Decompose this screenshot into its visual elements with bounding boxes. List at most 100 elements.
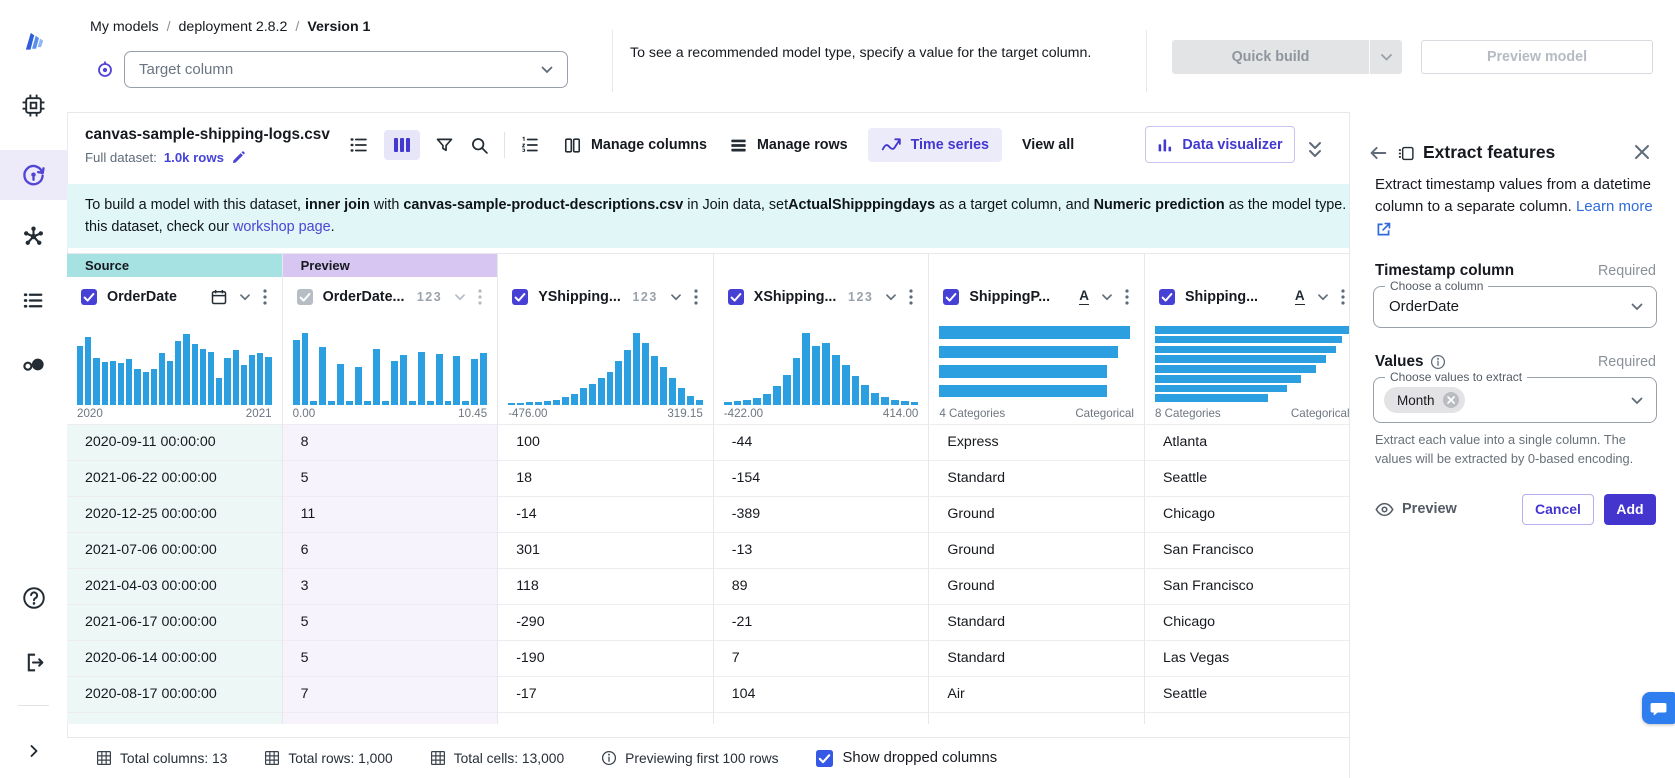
sidebar-item-list[interactable] (0, 275, 67, 325)
column-menu-button[interactable] (478, 289, 482, 305)
sidebar-item-logout[interactable] (0, 637, 67, 687)
ordered-list-button[interactable] (519, 134, 541, 156)
column-menu-button[interactable] (1341, 289, 1345, 305)
banner-text: ActualShipppingdays (788, 197, 935, 213)
rows-count-link[interactable]: 1.0k rows (164, 150, 224, 165)
timestamp-column-select[interactable]: Choose a column OrderDate (1373, 286, 1657, 328)
grid-view-button[interactable] (384, 130, 420, 160)
manage-columns-button[interactable]: Manage columns (563, 136, 707, 155)
external-link-icon[interactable] (1375, 221, 1655, 238)
view-all-button[interactable]: View all (1022, 137, 1074, 153)
sidebar-divider (18, 705, 49, 706)
workshop-page-link[interactable]: workshop page (233, 219, 331, 235)
timestamp-column-label: Timestamp column (1375, 262, 1514, 280)
histogram-bar (102, 362, 108, 405)
column-ShippingP: ShippingP... A 4 Categories Categorical … (929, 254, 1145, 724)
sidebar-item-datasets[interactable] (0, 80, 67, 130)
column-type-caret[interactable] (1318, 294, 1328, 301)
sidebar-item-help[interactable] (0, 573, 67, 623)
table-cell: 2020-08-17 00:00:00 (67, 676, 282, 712)
canvas-logo-icon[interactable] (0, 16, 67, 66)
pencil-icon[interactable] (231, 150, 246, 165)
column-checkbox[interactable] (1159, 289, 1175, 305)
target-column-select[interactable]: Target column (124, 51, 568, 88)
column-header: ShippingP... A (929, 277, 1144, 317)
table-cell: 11 (283, 496, 498, 532)
column-menu-button[interactable] (694, 289, 698, 305)
show-dropped-columns-checkbox[interactable]: Show dropped columns (816, 750, 998, 767)
dataset-table: Source OrderDate 2020 2021 2020-09-11 00… (67, 253, 1349, 724)
table-cell: -17 (498, 676, 713, 712)
column-type-caret[interactable] (671, 294, 681, 301)
histogram-bar (233, 350, 239, 405)
histogram-bar (633, 333, 640, 405)
toolbar-divider (504, 132, 505, 158)
circles-icon (20, 351, 47, 378)
table-cell: 2021-07-06 00:00:00 (67, 532, 282, 568)
column-menu-button[interactable] (263, 289, 267, 305)
column-checkbox[interactable] (943, 289, 959, 305)
collapse-toolbar-button[interactable] (1305, 139, 1325, 161)
sidebar-item-automations[interactable] (0, 211, 67, 261)
manage-rows-button[interactable]: Manage rows (729, 136, 848, 155)
histogram-bar (418, 352, 425, 405)
time-series-label: Time series (911, 137, 989, 153)
histogram-bar (257, 353, 263, 405)
column-menu-button[interactable] (1125, 289, 1129, 305)
breadcrumb-item[interactable]: deployment 2.8.2 (179, 19, 288, 35)
close-panel-button[interactable] (1633, 143, 1651, 161)
breadcrumb-item: Version 1 (307, 19, 370, 35)
histogram-bar (651, 356, 658, 405)
sidebar-item-compare[interactable] (0, 339, 67, 389)
info-icon[interactable] (1430, 354, 1446, 370)
search-button[interactable] (469, 135, 490, 156)
table-cell: 104 (714, 676, 929, 712)
values-multiselect[interactable]: Choose values to extract Month (1373, 377, 1657, 423)
column-type-caret[interactable] (240, 294, 250, 301)
required-badge: Required (1598, 263, 1656, 279)
column-type-icon (211, 289, 227, 305)
breadcrumb-item[interactable]: My models (90, 19, 159, 35)
column-checkbox[interactable] (512, 289, 528, 305)
panel-actions: Preview Cancel Add (1375, 493, 1656, 525)
column-checkbox[interactable] (297, 289, 313, 305)
column-OrderDate: Preview OrderDate... 123 0.00 10.45 8511… (283, 254, 499, 724)
sidebar-item-models[interactable] (0, 150, 67, 200)
banner-line-2: this dataset, check our workshop page. (85, 216, 1349, 238)
chip-remove-icon[interactable] (1442, 391, 1460, 409)
topbar-divider (1146, 30, 1147, 92)
filter-button[interactable] (434, 135, 455, 156)
chat-widget-button[interactable] (1642, 692, 1675, 724)
histogram-bar (678, 388, 685, 405)
quick-build-button[interactable]: Quick build (1172, 40, 1402, 74)
back-button[interactable] (1367, 142, 1389, 164)
banner-text: . (331, 219, 335, 235)
cancel-button[interactable]: Cancel (1522, 494, 1594, 525)
column-header: OrderDate (67, 277, 282, 317)
learn-more-link[interactable]: Learn more (1576, 198, 1653, 215)
add-button[interactable]: Add (1604, 494, 1656, 525)
preview-model-button[interactable]: Preview model (1421, 40, 1653, 74)
sidebar-expand-button[interactable] (0, 726, 67, 776)
table-cell: 18 (498, 460, 713, 496)
banner-text: inner join (305, 197, 370, 213)
column-checkbox[interactable] (81, 289, 97, 305)
column-checkbox[interactable] (728, 289, 744, 305)
data-visualizer-button[interactable]: Data visualizer (1145, 126, 1295, 163)
column-type-caret[interactable] (455, 294, 465, 301)
preview-button[interactable]: Preview (1375, 501, 1457, 517)
table-cell: Ground (929, 568, 1144, 604)
table-cell: Seattle (1145, 460, 1349, 496)
histogram-bar (526, 402, 533, 405)
stat-min: 8 Categories (1155, 407, 1221, 424)
histogram-bar (535, 402, 542, 405)
column-type-caret[interactable] (886, 294, 896, 301)
quick-build-caret[interactable] (1369, 40, 1402, 74)
column-menu-button[interactable] (909, 289, 913, 305)
list-view-button[interactable] (348, 134, 370, 156)
column-name: ShippingP... (969, 289, 1050, 305)
column-type-caret[interactable] (1102, 294, 1112, 301)
histogram-bar (901, 401, 909, 405)
target-column-placeholder: Target column (139, 61, 233, 78)
time-series-button[interactable]: Time series (868, 128, 1002, 162)
